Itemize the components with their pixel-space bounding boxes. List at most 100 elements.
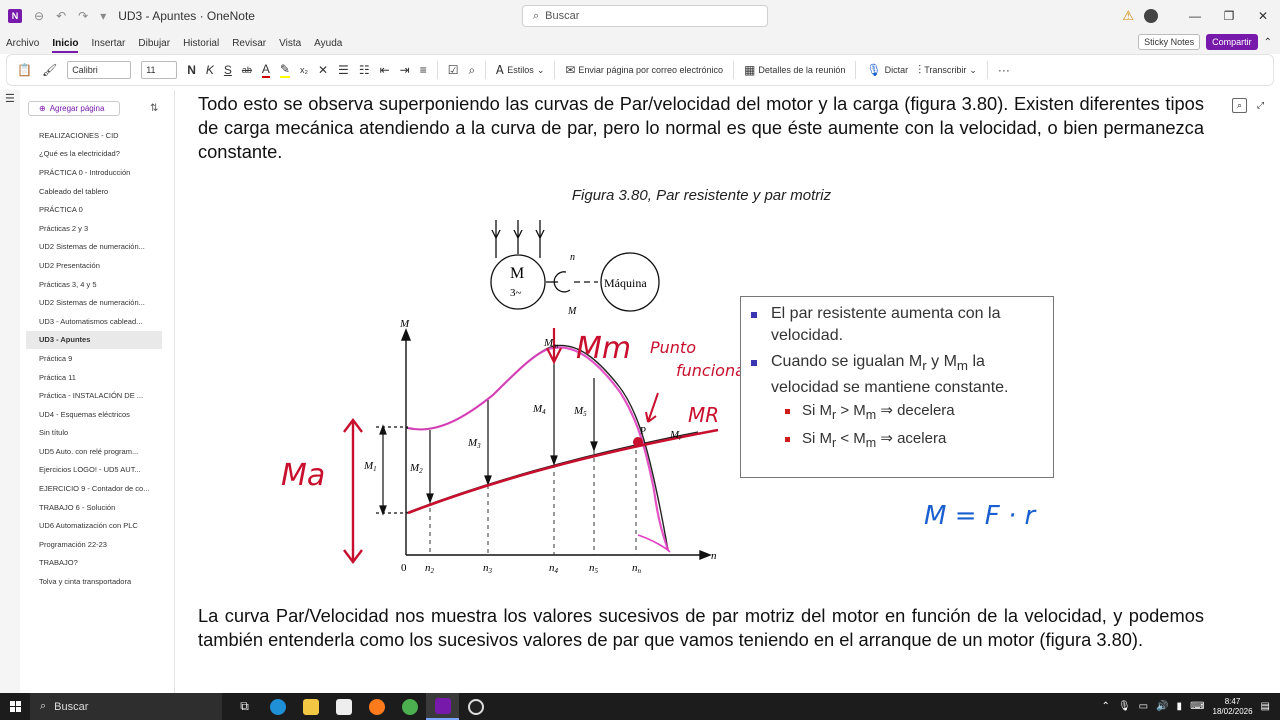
zoom-search-icon[interactable]: ⌕ bbox=[1232, 98, 1247, 113]
page-item[interactable]: UD2 Sistemas de numeración... bbox=[26, 293, 162, 312]
align-icon[interactable]: ≡ bbox=[420, 63, 427, 77]
highlight-icon[interactable]: ✎ bbox=[279, 62, 290, 78]
page-item[interactable]: Ejercicios LOGO! - UD5 AUT... bbox=[26, 461, 162, 480]
italic-button[interactable]: K bbox=[206, 63, 214, 77]
page-item[interactable]: TRABAJO 6 - Solución bbox=[26, 498, 162, 517]
page-item[interactable]: Sin título bbox=[26, 424, 162, 443]
taskbar-search[interactable]: ⌕ Buscar bbox=[30, 693, 222, 720]
undo-icon[interactable]: ↶ bbox=[56, 9, 66, 23]
menu-historial[interactable]: Historial bbox=[183, 38, 219, 49]
back-icon[interactable]: ⊖ bbox=[34, 9, 44, 23]
share-button[interactable]: Compartir bbox=[1206, 34, 1258, 50]
indent-icon[interactable]: ⇥ bbox=[400, 63, 410, 77]
page-item[interactable]: Prácticas 2 y 3 bbox=[26, 219, 162, 238]
paragraph-bottom[interactable]: La curva Par/Velocidad nos muestra los v… bbox=[198, 604, 1204, 652]
file-explorer-icon[interactable] bbox=[294, 693, 327, 720]
page-item[interactable]: EJERCICIO 9 - Contador de co... bbox=[26, 479, 162, 498]
page-item[interactable]: UD2 Sistemas de numeración... bbox=[26, 238, 162, 257]
transcribe-button[interactable]: ⫶ Transcribir ⌄ bbox=[918, 63, 977, 78]
page-item[interactable]: Práctica 9 bbox=[26, 349, 162, 368]
bullet-icon bbox=[751, 360, 757, 366]
paragraph-top[interactable]: Todo esto se observa superponiendo las c… bbox=[198, 92, 1204, 164]
email-page-button[interactable]: ✉ Enviar página por correo electrónico bbox=[565, 63, 723, 77]
menu-vista[interactable]: Vista bbox=[279, 38, 301, 49]
page-item[interactable]: REALIZACIONES - CID bbox=[26, 126, 162, 145]
onenote-taskbar-icon[interactable] bbox=[426, 693, 459, 720]
page-item[interactable]: TRABAJO? bbox=[26, 554, 162, 573]
page-item[interactable]: UD5 Auto. con relé program... bbox=[26, 442, 162, 461]
avatar[interactable] bbox=[1144, 9, 1158, 23]
quick-access-dropdown-icon[interactable]: ▾ bbox=[100, 9, 106, 23]
styles-button[interactable]: Ꭺ Estilos ⌄ bbox=[496, 63, 544, 78]
bullets-icon[interactable]: ☰ bbox=[338, 63, 349, 77]
sort-pages-icon[interactable]: ⇅ bbox=[150, 103, 158, 114]
page-item[interactable]: Prácticas 3, 4 y 5 bbox=[26, 275, 162, 294]
network-icon[interactable]: ▭ bbox=[1139, 701, 1148, 712]
page-item[interactable]: UD6 Automatización con PLC bbox=[26, 516, 162, 535]
menu-insertar[interactable]: Insertar bbox=[91, 38, 125, 49]
dictate-button[interactable]: 🎙 Dictar bbox=[866, 63, 908, 77]
font-color-icon[interactable]: A bbox=[261, 62, 270, 78]
notifications-icon[interactable]: ▤ bbox=[1261, 701, 1270, 712]
menu-archivo[interactable]: Archivo bbox=[6, 38, 39, 49]
page-item-active[interactable]: UD3 - Apuntes bbox=[26, 330, 162, 350]
page-item[interactable]: Programación 22-23 bbox=[26, 535, 162, 554]
page-item[interactable]: ¿Qué es la electricidad? bbox=[26, 145, 162, 164]
chevron-up-icon[interactable]: ⌃ bbox=[1102, 701, 1110, 712]
clear-format-icon[interactable]: ✕ bbox=[318, 63, 328, 77]
page-item[interactable]: UD3 - Automatismos cablead... bbox=[26, 312, 162, 331]
outdent-icon[interactable]: ⇤ bbox=[380, 63, 390, 77]
menu-revisar[interactable]: Revisar bbox=[232, 38, 266, 49]
more-options-button[interactable]: ··· bbox=[998, 63, 1010, 77]
add-page-button[interactable]: ⊕ Agregar página bbox=[28, 101, 120, 116]
menu-ayuda[interactable]: Ayuda bbox=[314, 38, 342, 49]
sticky-notes-button[interactable]: Sticky Notes bbox=[1138, 34, 1201, 50]
page-item[interactable]: PRÁCTICA 0 bbox=[26, 200, 162, 219]
page-item[interactable]: UD4 - Esquemas eléctricos bbox=[26, 405, 162, 424]
page-item[interactable]: Práctica 11 bbox=[26, 368, 162, 387]
page-item[interactable]: Cableado del tablero bbox=[26, 182, 162, 201]
start-button[interactable] bbox=[0, 701, 30, 712]
language-icon[interactable]: ⌨ bbox=[1190, 701, 1204, 712]
close-button[interactable]: ✕ bbox=[1246, 9, 1280, 23]
strikethrough-button[interactable]: ab bbox=[242, 65, 252, 75]
clock[interactable]: 8:47 18/02/2026 bbox=[1213, 697, 1253, 717]
page-item[interactable]: UD2 Presentación bbox=[26, 256, 162, 275]
figure-caption[interactable]: Figura 3.80, Par resistente y par motriz bbox=[178, 187, 1225, 204]
firefox-icon[interactable] bbox=[360, 693, 393, 720]
microphone-icon[interactable]: 🎙 bbox=[1118, 701, 1131, 712]
todo-tag-icon[interactable]: ☑ bbox=[448, 63, 459, 77]
bold-button[interactable]: N bbox=[187, 63, 196, 77]
page-item[interactable]: PRÁCTICA 0 - Introducción bbox=[26, 163, 162, 182]
numbering-icon[interactable]: ☷ bbox=[359, 63, 370, 77]
format-painter-icon[interactable]: 🖌 bbox=[42, 63, 57, 77]
page-item[interactable]: Práctica - INSTALACIÓN DE ... bbox=[26, 386, 162, 405]
info-box[interactable]: El par resistente aumenta con la velocid… bbox=[740, 296, 1054, 478]
hamburger-menu-icon[interactable]: ☰ bbox=[5, 92, 15, 105]
font-name-select[interactable]: Calibri bbox=[67, 61, 132, 79]
underline-button[interactable]: S bbox=[224, 63, 232, 77]
ribbon-collapse-icon[interactable]: ⌃ bbox=[1264, 37, 1272, 48]
calculator-icon[interactable] bbox=[327, 693, 360, 720]
expand-icon[interactable]: ⤢ bbox=[1253, 98, 1268, 113]
warning-icon[interactable]: ⚠ bbox=[1122, 8, 1134, 24]
meeting-details-button[interactable]: ▦ Detalles de la reunión bbox=[744, 63, 845, 77]
volume-icon[interactable]: 🔊 bbox=[1156, 701, 1168, 712]
minimize-button[interactable]: — bbox=[1178, 9, 1212, 23]
task-view-icon[interactable]: ⧉ bbox=[228, 693, 261, 720]
font-size-select[interactable]: 11 bbox=[141, 61, 178, 79]
battery-icon[interactable]: ▮ bbox=[1177, 701, 1183, 712]
chrome-icon[interactable] bbox=[393, 693, 426, 720]
ink-mr: MR bbox=[688, 403, 719, 427]
app-icon[interactable] bbox=[459, 693, 492, 720]
edge-icon[interactable] bbox=[261, 693, 294, 720]
subscript-icon[interactable]: x₂ bbox=[300, 65, 308, 75]
menu-inicio[interactable]: Inicio bbox=[52, 38, 79, 53]
page-item[interactable]: Tolva y cinta transportadora bbox=[26, 572, 162, 591]
title-search-box[interactable]: ⌕ Buscar bbox=[522, 5, 768, 27]
find-tags-icon[interactable]: ⌕ bbox=[468, 63, 475, 78]
paste-icon[interactable]: 📋 bbox=[17, 63, 32, 77]
redo-icon[interactable]: ↷ bbox=[78, 9, 88, 23]
menu-dibujar[interactable]: Dibujar bbox=[138, 38, 170, 49]
maximize-button[interactable]: ❐ bbox=[1212, 9, 1246, 23]
